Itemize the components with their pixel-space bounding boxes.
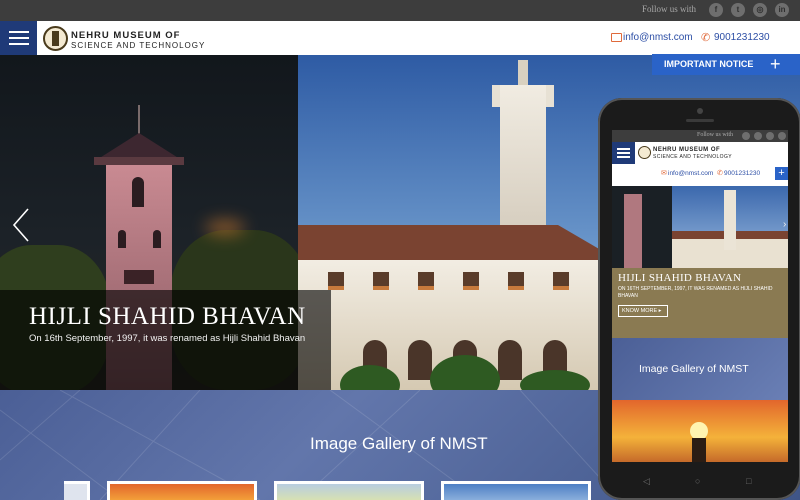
menu-button[interactable] <box>0 21 37 55</box>
plus-icon: + <box>770 54 781 74</box>
museum-logo[interactable] <box>43 26 68 51</box>
important-notice-button[interactable]: IMPORTANT NOTICE + <box>652 54 800 75</box>
gallery-thumbnail[interactable] <box>64 481 90 500</box>
mobile-hero-title: HIJLI SHAHID BHAVAN <box>618 272 742 284</box>
mobile-hero-subtitle: ON 16TH SEPTEMBER, 1997, IT WAS RENAMED … <box>618 286 773 299</box>
mobile-header: NEHRU MUSEUM OF SCIENCE AND TECHNOLOGY ✉… <box>612 142 788 186</box>
hamburger-icon <box>617 152 630 154</box>
phone-link[interactable]: 9001231230 <box>714 32 770 43</box>
gallery-title: Image Gallery of NMST <box>310 434 488 453</box>
hamburger-icon <box>9 37 29 39</box>
hero-title: HIJLI SHAHID BHAVAN <box>29 303 306 330</box>
notice-label: IMPORTANT NOTICE <box>664 59 754 69</box>
clock-tower-spire <box>518 60 528 85</box>
phone-icon: ✆ <box>717 170 723 177</box>
chevron-left-icon[interactable] <box>12 208 30 242</box>
recents-nav-icon[interactable]: □ <box>746 476 751 486</box>
instagram-icon[interactable]: ◎ <box>753 3 767 17</box>
follow-us-label: Follow us with <box>641 4 696 14</box>
light-glow <box>205 220 245 235</box>
facebook-icon[interactable] <box>742 132 750 140</box>
site-header: NEHRU MUSEUM OF SCIENCE AND TECHNOLOGY i… <box>0 21 800 55</box>
know-more-button[interactable]: KNOW MORE ▸ <box>618 305 668 317</box>
building-roof <box>298 225 618 260</box>
chevron-right-icon[interactable]: › <box>783 219 786 230</box>
museum-logo[interactable] <box>638 146 651 159</box>
twitter-icon[interactable]: t <box>731 3 745 17</box>
twitter-icon[interactable] <box>754 132 762 140</box>
mobile-gallery-image[interactable] <box>612 400 788 462</box>
mobile-hero-image <box>612 186 788 268</box>
speaker-grille <box>686 119 714 122</box>
home-nav-icon[interactable]: ○ <box>695 476 700 486</box>
mobile-gallery-title: Image Gallery of NMST <box>639 363 749 375</box>
mobile-email-link[interactable]: info@nmst.com <box>668 170 713 177</box>
hamburger-icon <box>9 31 29 33</box>
mail-icon <box>611 33 622 42</box>
mobile-phone-link[interactable]: 9001231230 <box>724 170 760 177</box>
phone-icon: ✆ <box>701 32 711 44</box>
linkedin-icon[interactable]: in <box>775 3 789 17</box>
mobile-gallery-section: Image Gallery of NMST <box>612 338 788 400</box>
hamburger-icon <box>617 156 630 158</box>
mail-icon: ✉ <box>661 170 667 177</box>
gallery-thumbnail[interactable] <box>274 481 424 500</box>
mobile-follow-label: Follow us with <box>697 132 734 138</box>
linkedin-icon[interactable] <box>778 132 786 140</box>
facebook-icon[interactable]: f <box>709 3 723 17</box>
page: Follow us with f t ◎ in NEHRU MUSEUM OF … <box>0 0 800 500</box>
mobile-screen: Follow us with NEHRU MUSEUM OF SCIENCE A… <box>612 130 788 462</box>
mobile-brand-line1: NEHRU MUSEUM OF <box>653 147 721 153</box>
top-bar: Follow us with f t ◎ in <box>0 0 800 21</box>
plus-icon[interactable]: + <box>775 167 788 180</box>
gallery-thumbnail[interactable] <box>441 481 591 500</box>
hamburger-icon <box>9 43 29 45</box>
email-link[interactable]: info@nmst.com <box>623 32 693 43</box>
hamburger-icon <box>617 148 630 150</box>
brand-name-line2[interactable]: SCIENCE AND TECHNOLOGY <box>71 41 205 50</box>
instagram-icon[interactable] <box>766 132 774 140</box>
mobile-menu-button[interactable] <box>612 142 635 164</box>
mobile-top-bar: Follow us with <box>612 130 788 142</box>
mobile-brand-line2: SCIENCE AND TECHNOLOGY <box>653 154 733 160</box>
camera-icon <box>697 108 703 114</box>
back-nav-icon[interactable]: ◁ <box>643 476 650 487</box>
mobile-preview: Follow us with NEHRU MUSEUM OF SCIENCE A… <box>598 98 800 500</box>
brand-name-line1[interactable]: NEHRU MUSEUM OF <box>71 30 180 41</box>
gallery-thumbnail[interactable] <box>107 481 257 500</box>
hero-subtitle: On 16th September, 1997, it was renamed … <box>29 333 306 344</box>
mobile-hero-caption: HIJLI SHAHID BHAVAN ON 16TH SEPTEMBER, 1… <box>612 268 788 338</box>
